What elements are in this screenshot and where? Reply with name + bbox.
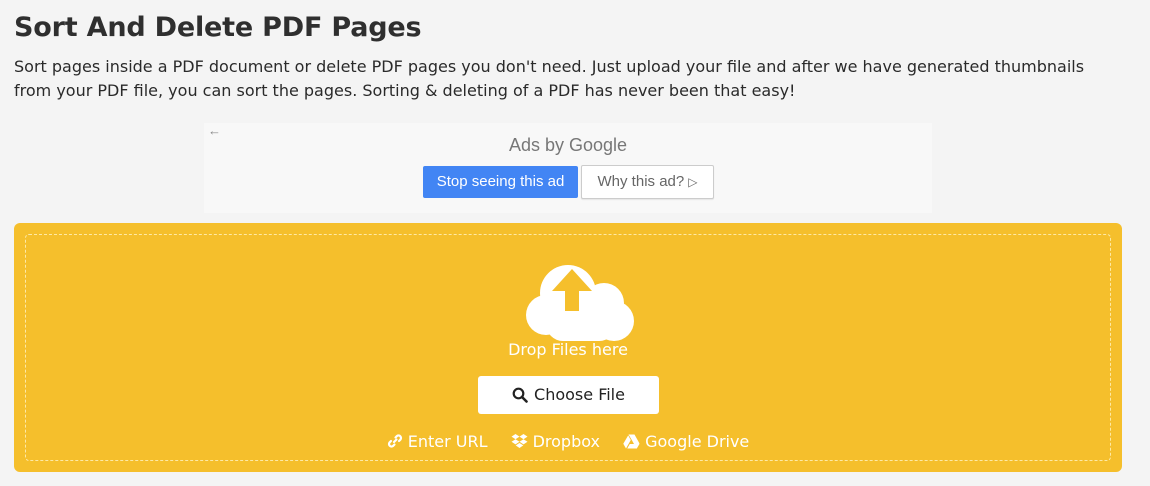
ads-by-google-label: Ads by Google	[508, 135, 628, 155]
drop-files-label: Drop Files here	[508, 340, 628, 359]
dropbox-icon	[511, 434, 528, 448]
dropbox-link[interactable]: Dropbox	[511, 432, 600, 451]
google-drive-icon	[623, 434, 640, 449]
google-drive-link[interactable]: Google Drive	[623, 432, 749, 451]
link-icon	[387, 434, 402, 448]
choose-file-button[interactable]: Choose File	[478, 376, 659, 414]
page-description: Sort pages inside a PDF document or dele…	[14, 57, 1085, 100]
dropzone-dashed-border: Drop Files here Choose File Enter URL Dr…	[25, 234, 1111, 461]
choose-file-label: Choose File	[534, 385, 625, 404]
upload-dropzone[interactable]: Drop Files here Choose File Enter URL Dr…	[14, 223, 1122, 472]
cloud-upload-icon	[526, 265, 634, 341]
why-this-ad-label: Why this ad?	[597, 173, 685, 190]
stop-seeing-ad-button[interactable]: Stop seeing this ad	[423, 166, 578, 198]
upload-sources: Enter URL Dropbox Google Drive	[26, 432, 1110, 451]
page: Sort And Delete PDF Pages Sort pages ins…	[0, 0, 1150, 486]
enter-url-link[interactable]: Enter URL	[387, 432, 488, 451]
ad-banner: ← Ads by Google Stop seeing this ad Why …	[204, 123, 932, 213]
why-this-ad-button[interactable]: Why this ad? ▷	[581, 165, 714, 199]
stop-seeing-ad-label: Stop seeing this ad	[436, 173, 565, 190]
search-icon	[512, 387, 528, 403]
google-drive-label: Google Drive	[645, 432, 750, 451]
dropbox-label: Dropbox	[532, 432, 601, 451]
enter-url-label: Enter URL	[407, 432, 488, 451]
page-title: Sort And Delete PDF Pages	[14, 12, 422, 43]
play-triangle-icon: ▷	[688, 175, 698, 189]
